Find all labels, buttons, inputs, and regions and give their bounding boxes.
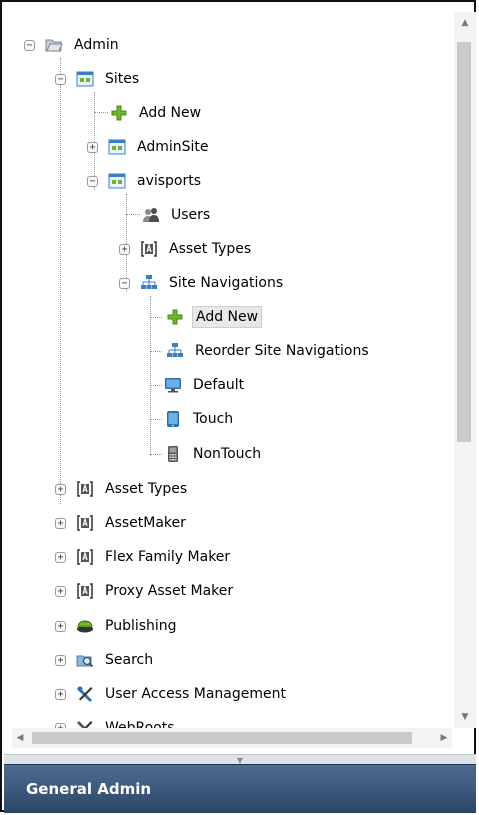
sites-icon [108,172,126,190]
tree-node-label: Proxy Asset Maker [105,583,234,599]
tree-node-users[interactable]: Users [142,203,213,227]
tree-connector [126,214,140,215]
tree-node-asset-types-site[interactable]: + Asset Types [119,237,254,261]
tree-node-label: WebRoots [105,720,175,728]
scroll-up-arrow-icon[interactable]: ▲ [454,14,476,32]
tree-node-label: Add New [192,306,263,328]
tree-node-add-new-navigation[interactable]: Add New [166,305,263,329]
tree-node-label: NonTouch [193,446,262,462]
tablet-icon [164,410,182,428]
tree-connector [150,351,162,352]
admin-tree: − Admin − Sites Add New + AdminSite − av… [4,4,454,728]
monitor-icon [164,376,182,394]
expand-toggle[interactable]: + [55,551,66,563]
tree-node-label: Asset Types [169,241,252,257]
asset-type-icon [140,240,158,258]
tree-connector [150,385,162,386]
tools-icon [76,685,94,703]
expand-toggle[interactable]: + [55,620,66,632]
tree-node-label: Flex Family Maker [105,549,231,565]
tree-connector [150,454,162,455]
tree-node-label: Publishing [105,618,177,634]
tree-node-search[interactable]: + Search [55,648,156,672]
general-admin-tab[interactable]: General Admin [4,764,476,813]
folder-open-icon [45,36,63,54]
asset-type-icon [76,548,94,566]
tree-connector [150,419,162,420]
expand-toggle[interactable]: + [55,517,66,529]
tree-node-adminsite[interactable]: + AdminSite [87,135,212,159]
tree-node-admin[interactable]: − Admin [24,33,122,57]
tree-node-publishing[interactable]: + Publishing [55,614,180,638]
plus-icon [110,104,128,122]
tree-node-label: AdminSite [137,139,209,155]
tree-node-user-access-management[interactable]: + User Access Management [55,682,289,706]
tree-node-label: Touch [193,411,234,427]
asset-type-icon [76,514,94,532]
tree-node-reorder-site-navigations[interactable]: Reorder Site Navigations [166,339,372,363]
expand-toggle[interactable]: + [87,141,98,153]
tree-node-proxy-asset-maker[interactable]: + Proxy Asset Maker [55,579,236,603]
tree-node-label: Search [105,652,154,668]
tree-node-asset-types[interactable]: + Asset Types [55,477,190,501]
sitemap-icon [140,274,158,292]
tree-node-add-new-site[interactable]: Add New [110,101,204,125]
collapse-toggle[interactable]: − [24,39,35,51]
tree-node-default[interactable]: Default [164,373,247,397]
asset-type-icon [76,480,94,498]
tree-node-label: Sites [105,71,140,87]
footer-title: General Admin [26,780,152,798]
tree-node-touch[interactable]: Touch [164,407,236,431]
tree-node-webroots[interactable]: + WebRoots [55,716,178,728]
tree-node-site-navigations[interactable]: − Site Navigations [119,271,286,295]
sitemap-icon [166,342,184,360]
tree-node-flex-family-maker[interactable]: + Flex Family Maker [55,545,233,569]
tree-node-label: Add New [139,105,202,121]
expand-toggle[interactable]: + [55,585,66,597]
expand-toggle[interactable]: + [55,688,66,700]
users-icon [142,206,160,224]
collapse-toggle[interactable]: − [119,277,130,289]
tree-node-label: avisports [137,173,202,189]
tree-node-sites[interactable]: − Sites [55,67,142,91]
publishing-icon [76,617,94,635]
sites-icon [76,70,94,88]
scroll-down-arrow-icon[interactable]: ▼ [454,708,476,726]
phone-icon [164,445,182,463]
scroll-left-arrow-icon[interactable]: ◀ [12,728,28,748]
tree-node-label: Site Navigations [169,275,284,291]
tree-node-nontouch[interactable]: NonTouch [164,442,264,466]
tree-node-label: AssetMaker [105,515,186,531]
asset-type-icon [76,582,94,600]
tree-node-label: Admin [74,37,119,53]
horizontal-scrollbar[interactable]: ◀ ▶ [12,728,452,748]
scroll-right-arrow-icon[interactable]: ▶ [436,728,452,748]
tree-connector [60,58,61,504]
tree-node-label: Reorder Site Navigations [195,343,369,359]
sites-icon [108,138,126,156]
collapse-toggle[interactable]: − [87,175,98,187]
vertical-scrollbar[interactable]: ▲ ▼ [454,12,476,728]
tree-node-label: Users [171,207,211,223]
tree-node-label: User Access Management [105,686,286,702]
expand-toggle[interactable]: + [119,243,130,255]
horizontal-scroll-thumb[interactable] [32,732,412,744]
navigation-panel: − Admin − Sites Add New + AdminSite − av… [0,0,476,813]
search-icon [76,651,94,669]
expand-toggle[interactable]: + [55,654,66,666]
vertical-scroll-thumb[interactable] [457,42,471,442]
plus-icon [166,308,184,326]
expand-toggle[interactable]: + [55,483,66,495]
tree-node-label: Asset Types [105,481,188,497]
tools-icon [76,719,94,728]
tree-connector [150,317,162,318]
collapse-toggle[interactable]: − [55,73,66,85]
tree-connector [94,112,108,113]
tree-node-avisports[interactable]: − avisports [87,169,204,193]
tree-node-assetmaker[interactable]: + AssetMaker [55,511,189,535]
tree-connector [150,296,151,456]
tree-node-label: Default [193,377,245,393]
